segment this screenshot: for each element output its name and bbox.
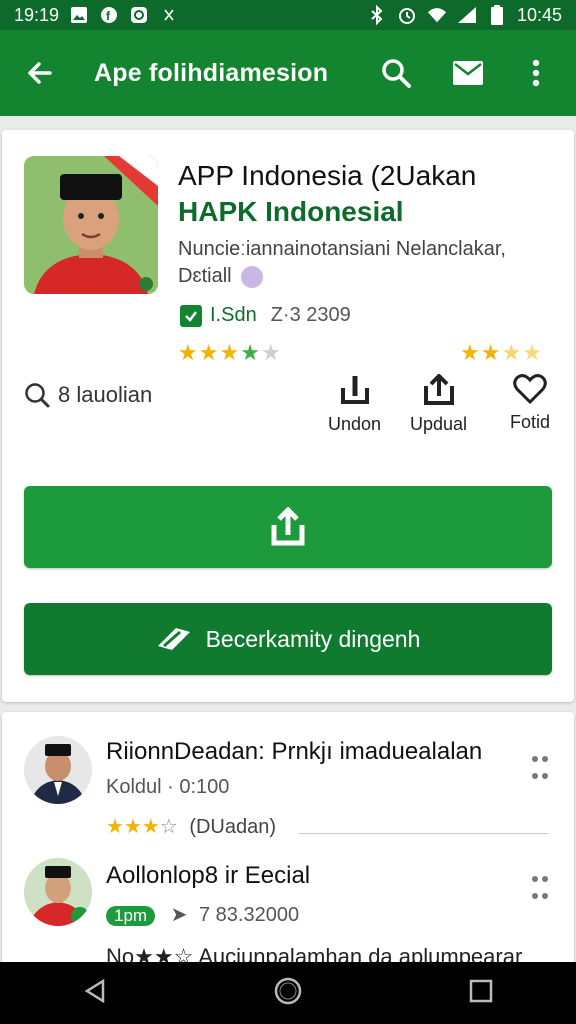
app-description-text: Nuncieːiannainotansiani Nelanclakar, Dɛt…	[178, 238, 506, 287]
star-icon: ★	[106, 816, 124, 838]
review-item[interactable]: RiionnDeadan: Prnkjı imaduealalan Koldul…	[2, 732, 574, 852]
verified-label: I.Sdn	[210, 304, 257, 326]
star-icon: ★	[219, 340, 241, 365]
star-icon: ★	[141, 816, 160, 838]
image-icon	[69, 5, 89, 25]
avatar-badge-icon	[241, 265, 264, 288]
star-empty-icon: ☆	[159, 816, 178, 838]
star-half-icon: ★	[522, 340, 543, 365]
star-icon: ★	[123, 816, 142, 838]
avatar	[24, 858, 92, 926]
fotid-action[interactable]: Fotid	[510, 374, 550, 433]
upload-box-icon	[423, 374, 454, 405]
star-icon: ★	[460, 340, 481, 365]
mail-icon[interactable]	[442, 47, 494, 99]
time-pill: 1pm	[106, 906, 156, 926]
star-half-icon: ★	[501, 340, 523, 365]
app-bar: Ape folihdiamesion	[0, 30, 576, 116]
undon-action[interactable]: Undon	[328, 374, 381, 435]
reviews-card: RiionnDeadan: Prnkjı imaduealalan Koldul…	[2, 712, 574, 972]
review-rating: ★★★☆ (DUadan)	[106, 814, 276, 839]
facebook-icon: f	[99, 5, 119, 25]
rating-stars-left: ★★★★★	[178, 340, 282, 366]
heart-icon	[513, 374, 547, 404]
search-small-icon	[25, 383, 50, 408]
status-right: 10:45	[367, 5, 562, 26]
upload-icon	[271, 507, 305, 546]
star-icon: ★	[240, 340, 261, 365]
updual-action[interactable]: Updual	[410, 374, 467, 435]
secondary-action-label: Becerkamity dingenh	[205, 625, 421, 652]
vibrate-icon	[159, 5, 179, 25]
star-icon: ★	[480, 340, 502, 365]
review-meta: 7 83.32000	[198, 904, 300, 926]
review-meta: Koldul · 0:100	[106, 776, 230, 798]
status-bar: 19:19 f 10:45	[0, 0, 576, 30]
signal-icon	[457, 5, 477, 25]
app-name: APP Indonesia (2Uakan	[178, 160, 477, 191]
more-options-icon[interactable]	[528, 876, 552, 906]
bluetooth-icon	[367, 5, 387, 25]
review-rating-label: (DUadan)	[189, 816, 277, 838]
app-detail-card: APP Indonesia (2Uakan HAPK Indonesial Nu…	[2, 130, 574, 702]
star-icon: ★	[178, 340, 199, 365]
app-icon	[129, 5, 149, 25]
status-time-left: 19:19	[14, 4, 60, 25]
battery-icon	[487, 5, 507, 25]
avatar	[24, 736, 92, 804]
download-icon	[340, 376, 369, 404]
tag-small-icon: ➤	[170, 904, 188, 926]
undon-label: Undon	[328, 414, 382, 434]
review-meta-row: 1pm ➤ 7 83.32000	[106, 902, 299, 927]
nav-recents-icon[interactable]	[469, 979, 493, 1008]
app-description: Nuncieːiannainotansiani Nelanclakar, Dɛt…	[178, 236, 558, 290]
back-arrow-icon[interactable]	[14, 47, 66, 99]
wifi-icon	[427, 5, 447, 25]
search-row-label: 8 lauolian	[58, 382, 153, 407]
search-row[interactable]: 8 lauolian	[24, 382, 152, 408]
app-icon-image	[24, 156, 158, 294]
star-icon: ★	[198, 340, 220, 365]
review-title: Aollonlop8 ir Eecial	[106, 862, 311, 889]
nav-back-icon[interactable]	[83, 978, 107, 1008]
install-button[interactable]	[24, 486, 552, 568]
nav-home-icon[interactable]	[273, 976, 303, 1011]
rating-stars-right: ★★★★	[460, 340, 543, 366]
fotid-label: Fotid	[510, 412, 551, 432]
status-time-right: 10:45	[516, 4, 562, 25]
app-subtitle: HAPK Indonesial	[178, 196, 404, 227]
updual-label: Updual	[410, 414, 468, 434]
status-left: 19:19 f	[14, 5, 179, 26]
star-empty-icon: ★	[260, 340, 282, 365]
more-vert-icon[interactable]	[510, 47, 562, 99]
tag-icon	[157, 628, 190, 650]
review-title: RiionnDeadan: Prnkjı imaduealalan	[106, 738, 483, 765]
system-nav-bar	[0, 962, 576, 1024]
divider	[298, 833, 548, 834]
search-icon[interactable]	[370, 47, 422, 99]
alarm-icon	[397, 5, 417, 25]
verified-count: Z·3 2309	[270, 304, 351, 326]
secondary-action-button[interactable]: Becerkamity dingenh	[24, 603, 552, 675]
verified-row: I.Sdn Z·3 2309	[180, 304, 351, 327]
more-options-icon[interactable]	[528, 756, 552, 786]
checkbox-icon	[180, 304, 202, 327]
app-bar-title: Ape folihdiamesion	[94, 58, 329, 87]
